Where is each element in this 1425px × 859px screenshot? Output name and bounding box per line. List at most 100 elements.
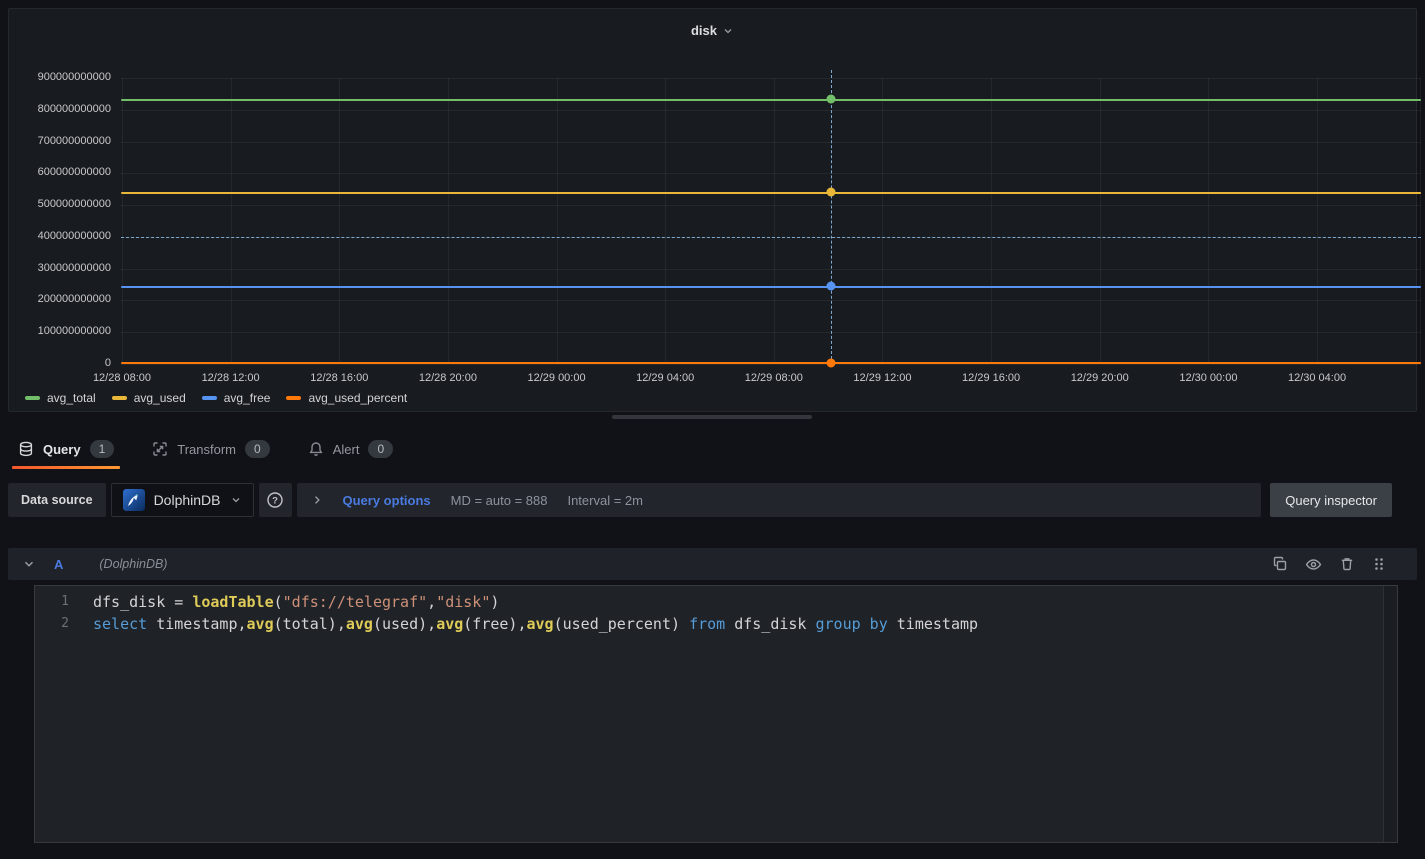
- query-options-link[interactable]: Query options: [343, 493, 431, 508]
- x-axis-tick-label: 12/28 08:00: [76, 372, 168, 384]
- transform-icon: [152, 441, 168, 457]
- y-axis-tick-label: 400000000000: [9, 230, 111, 242]
- query-datasource-hint: (DolphinDB): [99, 557, 167, 571]
- data-point-avg_free: [827, 282, 836, 291]
- legend-swatch: [25, 396, 40, 400]
- panel-title: disk: [691, 23, 717, 38]
- chart-plot-area[interactable]: [121, 78, 1421, 364]
- panel-title-menu[interactable]: disk: [9, 23, 1416, 38]
- tab-query-label: Query: [43, 442, 81, 457]
- y-gridline: [121, 110, 1421, 111]
- time-series-panel: disk 900000000000 800000000000 70000000000…: [8, 8, 1417, 412]
- active-tab-underline: [12, 466, 120, 469]
- query-options-bar[interactable]: Query options MD = auto = 888 Interval =…: [297, 483, 1262, 517]
- tab-query-count: 1: [90, 440, 115, 458]
- chevron-down-icon: [230, 494, 242, 506]
- query-row-header[interactable]: A (DolphinDB): [8, 548, 1417, 580]
- legend-item-avg_total[interactable]: avg_total: [25, 391, 96, 405]
- x-gridline: [665, 78, 666, 364]
- series-line-avg_used: [121, 192, 1421, 194]
- datasource-label: Data source: [8, 483, 106, 517]
- series-line-avg_used_percent: [121, 362, 1421, 364]
- tab-alert-count: 0: [368, 440, 393, 458]
- x-gridline: [122, 78, 123, 364]
- legend-item-avg_used_percent[interactable]: avg_used_percent: [286, 391, 407, 405]
- tab-alert-label: Alert: [333, 442, 360, 457]
- legend-label: avg_used_percent: [308, 391, 407, 405]
- editor-minimap[interactable]: [1383, 586, 1397, 842]
- legend-swatch: [112, 396, 127, 400]
- query-code-editor[interactable]: 1dfs_disk = loadTable("dfs://telegraf","…: [34, 585, 1398, 843]
- legend-item-avg_free[interactable]: avg_free: [202, 391, 271, 405]
- x-axis-tick-label: 12/30 00:00: [1162, 372, 1254, 384]
- y-axis-tick-label: 600000000000: [9, 166, 111, 178]
- toggle-query-visibility-button[interactable]: [1303, 554, 1324, 575]
- x-axis-tick-label: 12/29 04:00: [619, 372, 711, 384]
- y-axis-tick-label: 300000000000: [9, 262, 111, 274]
- tab-transform[interactable]: Transform 0: [146, 430, 275, 468]
- grafana-panel-edit-view: disk 900000000000 800000000000 70000000000…: [0, 0, 1425, 859]
- duplicate-query-button[interactable]: [1270, 554, 1290, 574]
- svg-text:?: ?: [272, 495, 278, 506]
- y-axis-tick-label: 700000000000: [9, 135, 111, 147]
- x-axis-tick-label: 12/29 20:00: [1054, 372, 1146, 384]
- legend-swatch: [286, 396, 301, 400]
- max-datapoints-text: MD = auto = 888: [451, 493, 548, 508]
- datasource-picker[interactable]: DolphinDB: [111, 483, 254, 517]
- crosshair-horizontal: [121, 237, 1421, 238]
- x-gridline: [557, 78, 558, 364]
- y-gridline: [121, 173, 1421, 174]
- tab-alert[interactable]: Alert 0: [302, 430, 399, 468]
- x-axis-tick-label: 12/29 08:00: [728, 372, 820, 384]
- copy-icon: [1272, 556, 1288, 572]
- plot-right-border: [1420, 78, 1421, 364]
- y-axis-tick-label: 800000000000: [9, 103, 111, 115]
- y-gridline: [121, 269, 1421, 270]
- series-line-avg_total: [121, 99, 1421, 101]
- tab-query[interactable]: Query 1: [12, 430, 120, 468]
- y-gridline: [121, 332, 1421, 333]
- legend-item-avg_used[interactable]: avg_used: [112, 391, 186, 405]
- delete-query-button[interactable]: [1337, 554, 1357, 574]
- datasource-help-button[interactable]: ?: [259, 483, 292, 517]
- data-point-avg_used_percent: [827, 359, 836, 368]
- x-axis-tick-label: 12/29 12:00: [836, 372, 928, 384]
- query-actions: [1270, 554, 1388, 575]
- collapse-chevron-icon[interactable]: [22, 557, 36, 571]
- x-gridline: [774, 78, 775, 364]
- y-axis-tick-label: 500000000000: [9, 198, 111, 210]
- x-gridline: [231, 78, 232, 364]
- y-axis-tick-label: 100000000000: [9, 325, 111, 337]
- data-point-avg_used: [827, 188, 836, 197]
- y-gridline: [121, 78, 1421, 79]
- x-axis-tick-label: 12/29 16:00: [945, 372, 1037, 384]
- code-line[interactable]: 2select timestamp,avg(total),avg(used),a…: [35, 613, 1381, 635]
- x-gridline: [1317, 78, 1318, 364]
- legend-swatch: [202, 396, 217, 400]
- query-ref-id[interactable]: A: [54, 557, 63, 572]
- line-number: 2: [35, 613, 75, 635]
- y-axis-tick-label: 900000000000: [9, 71, 111, 83]
- chevron-right-icon: [311, 494, 323, 506]
- pane-resize-handle[interactable]: [612, 415, 812, 419]
- eye-icon: [1305, 556, 1322, 573]
- code-lines: 1dfs_disk = loadTable("dfs://telegraf","…: [35, 591, 1381, 635]
- query-inspector-button[interactable]: Query inspector: [1270, 483, 1392, 517]
- x-axis-tick-label: 12/28 12:00: [185, 372, 277, 384]
- y-gridline: [121, 300, 1421, 301]
- trash-icon: [1339, 556, 1355, 572]
- datasource-row: Data source DolphinDB ? Query options MD…: [8, 483, 1417, 517]
- bell-icon: [308, 441, 324, 457]
- database-icon: [18, 441, 34, 457]
- drag-query-handle[interactable]: [1370, 554, 1388, 574]
- tab-transform-label: Transform: [177, 442, 236, 457]
- chart-legend: avg_total avg_used avg_free avg_used_percen…: [25, 391, 407, 405]
- y-axis-tick-label: 200000000000: [9, 293, 111, 305]
- legend-label: avg_free: [224, 391, 271, 405]
- code-line[interactable]: 1dfs_disk = loadTable("dfs://telegraf","…: [35, 591, 1381, 613]
- x-gridline: [448, 78, 449, 364]
- dolphindb-logo: [123, 489, 145, 511]
- code-text: dfs_disk = loadTable("dfs://telegraf","d…: [75, 591, 499, 613]
- x-gridline: [1100, 78, 1101, 364]
- x-gridline: [1208, 78, 1209, 364]
